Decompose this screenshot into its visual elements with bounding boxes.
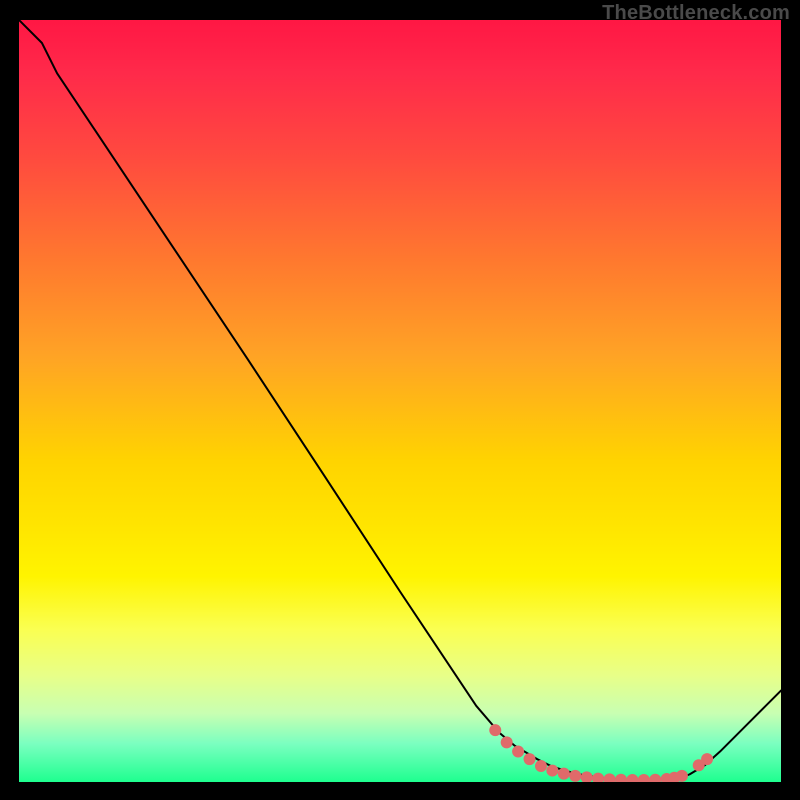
data-point <box>558 768 570 780</box>
data-point <box>615 774 627 782</box>
chart-svg <box>19 20 781 782</box>
data-points-group <box>489 724 713 782</box>
curve-line <box>19 20 781 780</box>
data-point <box>512 746 524 758</box>
data-point <box>649 774 661 782</box>
data-point <box>489 724 501 736</box>
data-point <box>535 760 547 772</box>
data-point <box>626 774 638 782</box>
stage: TheBottleneck.com <box>0 0 800 800</box>
plot-area <box>19 20 781 782</box>
data-point <box>581 771 593 782</box>
data-point <box>638 774 650 782</box>
data-point <box>676 770 688 782</box>
data-point <box>501 736 513 748</box>
data-point <box>569 770 581 782</box>
data-point <box>604 773 616 782</box>
data-point <box>701 753 713 765</box>
data-point <box>592 773 604 782</box>
data-point <box>546 765 558 777</box>
data-point <box>524 753 536 765</box>
